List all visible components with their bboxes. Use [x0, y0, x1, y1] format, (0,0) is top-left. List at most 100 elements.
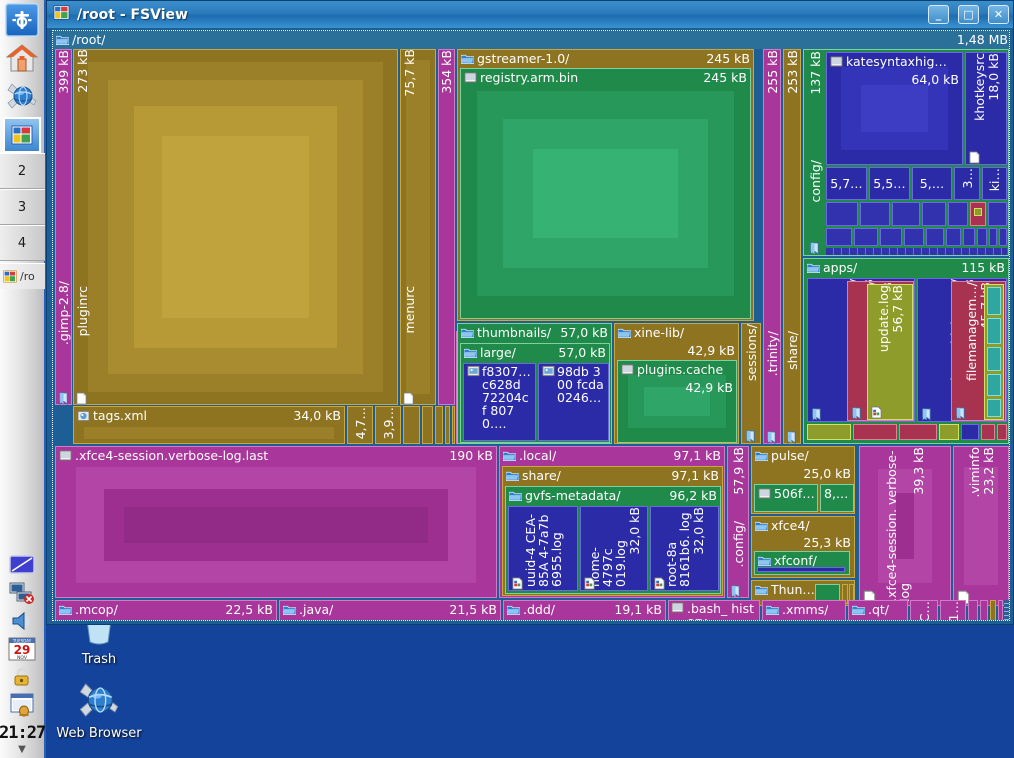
treemap-node-cache-size[interactable]: 354 kB — [438, 49, 455, 405]
minimize-button[interactable]: _ — [928, 5, 949, 24]
virtual-desktop-4[interactable]: 4 — [0, 225, 45, 261]
treemap-node-konqsidebartng[interactable]: konqsidebartng/ 45,7 kB filemanagem…/ 45… — [917, 278, 1007, 422]
treemap-node-tile[interactable] — [826, 202, 858, 226]
treemap-node-apps[interactable]: apps/ 115 kB tdeconf_update/ 56,7 kB — [803, 258, 1009, 444]
treemap-node-config-5-7[interactable]: 5,7… — [826, 167, 867, 200]
treemap-node-tile[interactable] — [939, 424, 959, 440]
treemap-node-thumb-2[interactable]: 98db 300 fcda 0246… — [538, 363, 609, 441]
treemap-node-pulse-506f[interactable]: 506f… — [754, 484, 818, 512]
calendar-icon[interactable]: TUESDAY 29 NOV — [8, 636, 36, 662]
show-desktop-button[interactable] — [3, 117, 41, 153]
treemap-node-tile[interactable] — [999, 228, 1007, 246]
treemap-node-tile[interactable] — [922, 202, 946, 226]
treemap-node-filemanagement-child[interactable] — [984, 284, 1004, 420]
treemap-node-local-share[interactable]: share/ 97,1 kB gvfs-metadata/ 96,2 kB uu… — [502, 466, 723, 596]
lock-icon[interactable] — [8, 664, 36, 690]
k-menu-button[interactable] — [2, 2, 42, 38]
treemap-root[interactable]: /root/ 1,48 MB — [53, 31, 1009, 49]
virtual-desktop-3[interactable]: 3 — [0, 189, 45, 225]
maximize-button[interactable]: □ — [958, 5, 979, 24]
treemap-node-uuid-log[interactable]: uuid-4 CEA-85A 4-7a7b 6955.log — [508, 506, 578, 591]
treemap-canvas[interactable]: /root/ 1,48 MB 399 kB .gimp-2.8/ 273 kB … — [52, 30, 1010, 621]
treemap-node-tile[interactable] — [981, 424, 995, 440]
treemap-node-xfconf[interactable]: xfconf/ — [754, 551, 850, 575]
treemap-node-large[interactable]: large/ 57,0 kB f8307… c628d 72204cf 8070… — [460, 343, 610, 443]
treemap-node-local[interactable]: .local/ 97,1 kB share/ 97,1 kB gvfs-meta… — [499, 446, 725, 598]
treemap-node-tdeconf-update[interactable]: tdeconf_update/ 56,7 kB log/ 56,7 kB — [807, 278, 915, 422]
treemap-node-tile[interactable] — [807, 424, 851, 440]
treemap-node-ic[interactable]: .IC… — [910, 600, 938, 620]
treemap-node-small-3-9[interactable]: 3,9… — [375, 406, 401, 444]
treemap-node-log[interactable]: log/ 56,7 kB update.log 56,7 kB — [847, 281, 914, 421]
treemap-node-home-log[interactable]: home- 4797c 019.log 32,0 kB — [580, 506, 648, 591]
treemap-node-sessions[interactable]: sessions/ — [741, 323, 761, 444]
treemap-node-tile[interactable] — [997, 424, 1007, 440]
treemap-node-config[interactable]: 137 kB config/ katesyntaxhig… 64,0 kB kh… — [803, 49, 1009, 256]
taskbar-entry-fsview[interactable]: /ro — [0, 263, 45, 289]
treemap-node-mcop[interactable]: .mcop/ 22,5 kB — [55, 600, 277, 620]
treemap-node-sliver[interactable] — [435, 406, 443, 444]
treemap-node-tile[interactable] — [946, 228, 961, 246]
treemap-node-katesyntax[interactable]: katesyntaxhig… 64,0 kB — [826, 52, 963, 165]
treemap-node-tile[interactable] — [892, 202, 920, 226]
treemap-node-tile[interactable] — [826, 228, 852, 246]
treemap-node-viminfo[interactable]: .viminfo 23,2 kB — [953, 446, 1009, 606]
treemap-node-xmms[interactable]: .xmms/ 8,03 kB — [762, 600, 846, 620]
screen-icon[interactable] — [8, 552, 36, 578]
virtual-desktop-2[interactable]: 2 — [0, 153, 45, 189]
treemap-node-qt[interactable]: .qt/ 4,92… — [848, 600, 908, 620]
treemap-node-sliver[interactable] — [452, 406, 455, 444]
treemap-node-tags-xml[interactable]: tags.xml 34,0 kB — [73, 406, 345, 444]
treemap-node-sliver[interactable] — [968, 600, 978, 620]
treemap-node-root-log[interactable]: root-8a 8161b6. log 32,0 kB — [650, 506, 719, 591]
web-browser-launcher-button[interactable] — [2, 78, 42, 114]
treemap-node-tile-red[interactable] — [970, 202, 986, 226]
treemap-node-plugins-cache[interactable]: plugins.cache 42,9 kB — [617, 360, 737, 443]
treemap-node-xfce4[interactable]: xfce4/ 25,3 kB xfconf/ — [751, 516, 855, 578]
treemap-node-tile[interactable] — [948, 202, 968, 226]
clipboard-icon[interactable] — [8, 692, 36, 718]
treemap-node-pulse[interactable]: pulse/ 25,0 kB 506f… 8,… — [751, 446, 855, 514]
treemap-node-tile[interactable] — [989, 228, 997, 246]
treemap-node-gvfs-metadata[interactable]: gvfs-metadata/ 96,2 kB uuid-4 CEA-85A 4-… — [505, 486, 721, 594]
treemap-node-tile[interactable] — [899, 424, 937, 440]
clock[interactable]: 21:27 — [0, 720, 46, 744]
treemap-node-gstreamer[interactable]: gstreamer-1.0/ 245 kB registry.arm.bin 2… — [457, 49, 754, 321]
treemap-node-xine-lib[interactable]: xine-lib/ 42,9 kB plugins.cache 42,9 kB — [614, 323, 739, 444]
treemap-node-tile[interactable] — [853, 424, 897, 440]
treemap-node-small-4-7[interactable]: 4,7… — [347, 406, 373, 444]
treemap-node-bash-history[interactable]: .bash_ history — [668, 600, 760, 620]
panel-collapse-arrow[interactable]: ▼ — [0, 744, 45, 758]
treemap-node-sliver[interactable] — [998, 600, 1003, 620]
window-titlebar[interactable]: /root - FSView _ □ ✕ — [47, 1, 1013, 28]
treemap-node-sliver[interactable] — [980, 600, 988, 620]
treemap-node-tile[interactable] — [926, 228, 944, 246]
treemap-node-tile[interactable] — [880, 228, 902, 246]
network-disconnected-icon[interactable] — [8, 580, 36, 606]
treemap-node-pulse-8[interactable]: 8,… — [820, 484, 854, 512]
treemap-node-sliver[interactable] — [1004, 600, 1009, 620]
treemap-node-config-3[interactable]: 3… — [954, 167, 980, 200]
treemap-node-thumb-1[interactable]: f8307… c628d 72204cf 8070…. — [463, 363, 536, 441]
treemap-node-one[interactable]: 1… — [940, 600, 966, 620]
treemap-node-sliver[interactable] — [990, 600, 996, 620]
treemap-node-filemanagement[interactable]: filemanagem…/ 45,7 kB — [951, 281, 1006, 421]
treemap-node-tile[interactable] — [988, 202, 1007, 226]
treemap-node-tile[interactable] — [963, 228, 975, 246]
treemap-node-update-log[interactable]: update.log 56,7 kB — [867, 284, 913, 420]
desktop-icon-web-browser[interactable]: Web Browser — [51, 680, 147, 741]
treemap-node-verbose-log[interactable]: .xfce4-session. verbose-log 39,3 kB — [859, 446, 951, 606]
treemap-node-config-5[interactable]: 5,… — [912, 167, 952, 200]
treemap-node-thumbnails[interactable]: thumbnails/ 57,0 kB large/ 57,0 kB f8307… — [457, 323, 612, 444]
treemap-node-micro-row[interactable] — [826, 248, 1007, 255]
treemap-node-registry[interactable]: registry.arm.bin 245 kB — [460, 68, 751, 319]
treemap-node-tile[interactable] — [961, 424, 979, 440]
treemap-node-tile[interactable] — [977, 228, 987, 246]
close-button[interactable]: ✕ — [988, 5, 1009, 24]
treemap-node-config-5-5[interactable]: 5,5… — [869, 167, 910, 200]
treemap-node-pluginrc[interactable] — [73, 49, 398, 405]
home-launcher-button[interactable] — [2, 40, 42, 76]
treemap-node-ddd[interactable]: .ddd/ 19,1 kB — [503, 600, 666, 620]
treemap-node-config-ki[interactable]: ki… — [982, 167, 1007, 200]
treemap-node-tile[interactable] — [860, 202, 890, 226]
